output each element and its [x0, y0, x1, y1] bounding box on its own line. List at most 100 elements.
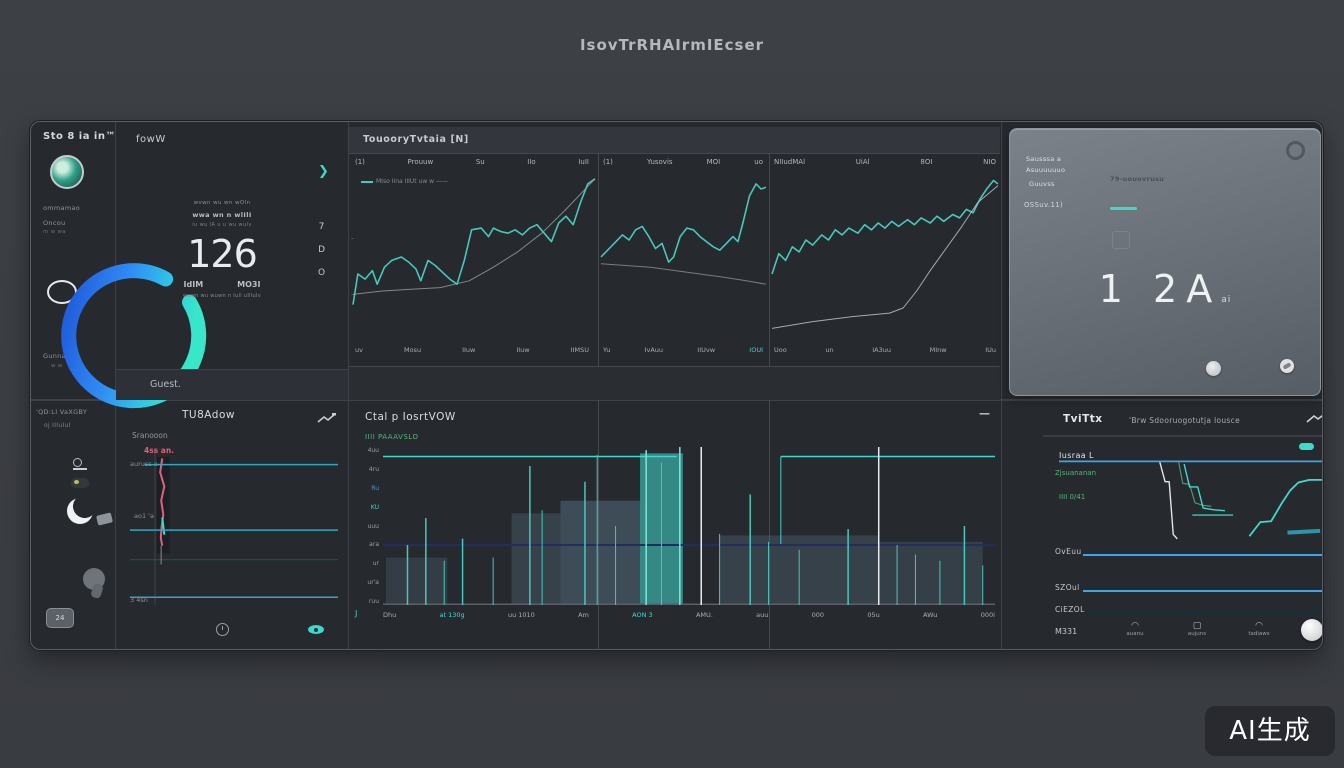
activity-chart: [383, 447, 995, 605]
axis-label: O: [318, 268, 325, 278]
axis-label: MOI: [707, 158, 721, 166]
teal-pill-toggle[interactable]: [1299, 443, 1314, 450]
gauge-small-text: wvwn wu wn wOln: [147, 200, 297, 206]
chevron-right-icon[interactable]: ❯: [318, 164, 329, 179]
box-icon: ▢: [1175, 621, 1219, 631]
detail-row-label: OvEuu: [1055, 547, 1082, 556]
chip-icon: [96, 512, 113, 525]
gauge-small-text: wwa wn n wlIlI: [147, 211, 297, 219]
detail-green-label: IIII 0/41: [1059, 493, 1085, 501]
gauge-label-left: IdIM: [184, 280, 204, 289]
flow-panel-title: TU8Adow: [182, 409, 235, 421]
guest-label: Guest.: [150, 379, 181, 390]
line-chart-1: [353, 172, 595, 342]
activity-legend: IIII PAAAVSLO: [365, 433, 418, 441]
mini-button-1[interactable]: ◠ auanu: [1113, 621, 1157, 637]
axis-label: uv: [355, 346, 363, 354]
sidebar-label: ommamao: [43, 204, 80, 212]
axis-label: Uoo: [774, 346, 787, 354]
page-title: IsovTrRHAIrmIEcser: [0, 36, 1344, 54]
glyph-icon[interactable]: [73, 460, 87, 470]
line-chart-3: [772, 172, 998, 342]
guest-button[interactable]: Guest.: [116, 369, 348, 400]
ring-icon[interactable]: [1286, 141, 1305, 160]
sidebar-label: Oncou: [43, 219, 65, 227]
column-headers: (1) Prouuw Su IIo IuII: [355, 158, 589, 166]
summary-caption: 79-uouovrusu: [1110, 175, 1164, 183]
axis-label: (1): [603, 158, 613, 166]
round-button-1[interactable]: [1206, 361, 1221, 376]
line-chart-2: [601, 172, 766, 342]
summary-text: OSSuv.11): [1024, 201, 1063, 209]
axis-label: Su: [476, 158, 485, 166]
axis-label: auu: [756, 611, 768, 619]
round-button-2[interactable]: [1280, 359, 1294, 373]
axis-label: D: [318, 245, 325, 255]
axis-label: IOUI: [749, 346, 763, 354]
x-axis-labels: UoounIA3uuMInwIUu: [774, 346, 996, 354]
axis-label: Ru: [371, 485, 379, 492]
axis-label: AMU.: [696, 611, 713, 619]
trend-icon[interactable]: [1307, 413, 1323, 423]
trend-icon[interactable]: [318, 413, 336, 423]
row-underline: [1083, 612, 1323, 614]
timeseries-header: TouooryTvtaia [N]: [349, 127, 1000, 154]
divider: [1001, 122, 1002, 649]
mini-button-2[interactable]: ▢ aujuns: [1175, 621, 1219, 637]
mini-button-3[interactable]: ◠ tadiaws: [1237, 621, 1281, 637]
eye-icon[interactable]: [308, 625, 324, 634]
axis-label: IvAuu: [645, 346, 663, 354]
knob-icon[interactable]: [83, 568, 105, 590]
summary-text: Asuuuuuuo: [1026, 166, 1065, 174]
pen-icon[interactable]: [71, 478, 89, 488]
axis-label: Yusovis: [647, 158, 673, 166]
y-axis-labels: 4uu4ruRuKUuuuaraurur'aruu: [351, 447, 379, 605]
detail-footer-label: M331: [1055, 627, 1077, 636]
summary-value-sub: ai: [1221, 295, 1231, 305]
summary-card: Sausssa a Asuuuuuuo Guuvss OSSuv.11) 79-…: [1009, 128, 1321, 396]
detail-subtitle: 'Brw Sdooruogotutja Iousce: [1129, 416, 1240, 425]
axis-label: AWu: [923, 611, 937, 619]
gauge-center: wvwn wu wn wOln wwa wn n wlIlI iu wu IA …: [147, 200, 297, 299]
axis-label: AON 3: [632, 611, 653, 619]
axis-label: (1): [355, 158, 365, 166]
axis-label: 05u: [867, 611, 879, 619]
axis-label: IIUvw: [697, 346, 715, 354]
gauge-panel-title: fowW: [136, 134, 166, 145]
minimize-icon[interactable]: —: [979, 407, 990, 420]
sidebar-label: m w wa: [43, 229, 66, 235]
arc-icon: ◠: [1113, 621, 1157, 631]
logo-icon[interactable]: [50, 155, 84, 189]
timeseries-footer: [349, 366, 1000, 400]
axis-label: KU: [371, 504, 379, 511]
axis-label: IuII: [578, 158, 589, 166]
timeseries-title: TouooryTvtaia [N]: [363, 134, 469, 145]
axis-label: Prouuw: [408, 158, 434, 166]
ghost-square: [1112, 231, 1130, 249]
round-action-button[interactable]: [1301, 619, 1323, 641]
sidebar-badge[interactable]: 24: [46, 608, 74, 628]
clock-icon[interactable]: [216, 623, 229, 636]
summary-text: Guuvss: [1029, 180, 1055, 188]
summary-value: 1 2Aai: [1010, 267, 1320, 311]
sidebar-label: w w: [51, 363, 63, 369]
flow-subtitle: Sranooon: [132, 431, 168, 440]
axis-label: UiAl: [856, 158, 870, 166]
crescent-icon[interactable]: [67, 498, 93, 524]
axis-label: IIMSU: [571, 346, 589, 354]
dashboard-window: Sto 8 ia in™ ommamao Oncou m w wa Y Gunn…: [30, 121, 1323, 650]
axis-label: at 130g: [440, 611, 465, 619]
gauge-side-chars: 7DO: [318, 222, 325, 278]
axis-label: ara: [369, 541, 379, 548]
axis-label: 000: [812, 611, 824, 619]
axis-label: 4ru: [369, 466, 379, 473]
detail-panel-title: TviTtx: [1063, 413, 1103, 425]
detail-row-label: SZOul: [1055, 583, 1080, 592]
detail-green-label: Zjsuananan: [1055, 469, 1096, 477]
teal-dash: [1110, 207, 1137, 210]
axis-label: uuu: [368, 523, 379, 530]
gauge-small-text: iu wu IA u u wu wulv: [147, 222, 297, 228]
gauge-small-text: wuwn wu wuwn n IuIl uIlIuIv: [147, 293, 297, 299]
axis-label: IIo: [527, 158, 535, 166]
axis-label: 4uu: [368, 447, 379, 454]
